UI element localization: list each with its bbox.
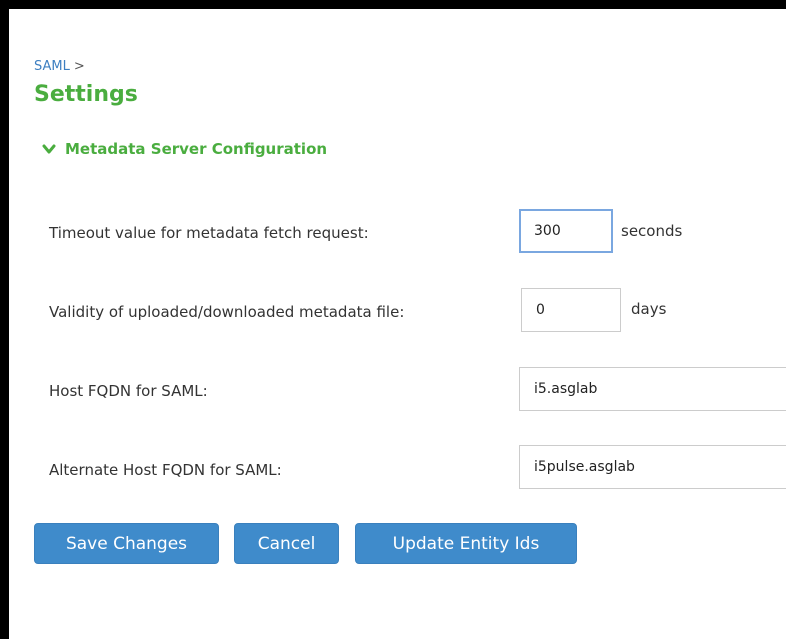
host-fqdn-label: Host FQDN for SAML: xyxy=(49,382,208,400)
timeout-unit: seconds xyxy=(621,222,683,240)
host-fqdn-input[interactable] xyxy=(519,367,786,411)
breadcrumb-link-saml[interactable]: SAML xyxy=(34,59,70,74)
alt-host-fqdn-label: Alternate Host FQDN for SAML: xyxy=(49,461,282,479)
timeout-label: Timeout value for metadata fetch request… xyxy=(49,224,369,242)
breadcrumb-separator: > xyxy=(73,59,85,74)
window-frame: SAML > Settings Metadata Server Configura… xyxy=(0,0,786,639)
update-entity-ids-button[interactable]: Update Entity Ids xyxy=(355,523,577,564)
section-toggle-metadata-server[interactable]: Metadata Server Configuration xyxy=(42,140,327,158)
save-changes-button[interactable]: Save Changes xyxy=(34,523,219,564)
alt-host-fqdn-input[interactable] xyxy=(519,445,786,489)
validity-input[interactable] xyxy=(521,288,621,332)
section-title: Metadata Server Configuration xyxy=(65,140,328,158)
validity-unit: days xyxy=(631,300,667,318)
page-title: Settings xyxy=(34,82,138,107)
cancel-button[interactable]: Cancel xyxy=(234,523,339,564)
validity-label: Validity of uploaded/downloaded metadata… xyxy=(49,303,405,321)
timeout-input[interactable] xyxy=(519,209,613,253)
chevron-down-icon xyxy=(42,144,56,154)
breadcrumb: SAML > xyxy=(34,59,85,74)
